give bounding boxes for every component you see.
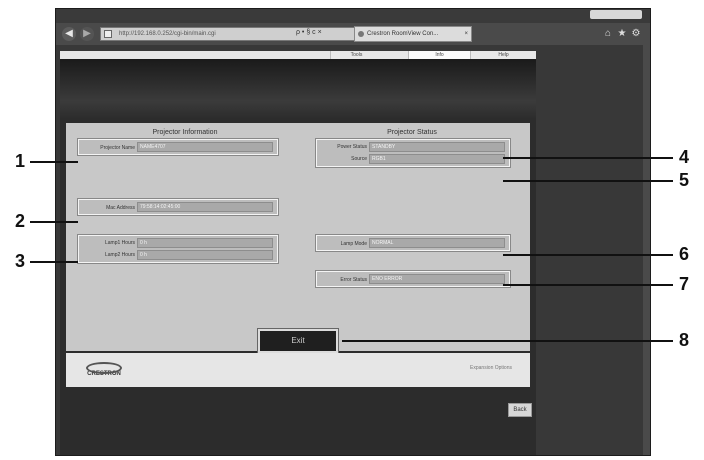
lamp-mode-group: Lamp Mode NORMAL: [315, 234, 511, 252]
callout-line-8: [342, 340, 673, 342]
callout-line-6: [503, 254, 673, 256]
callout-6: 6: [678, 244, 689, 264]
projector-information-title: Projector Information: [152, 129, 218, 136]
callout-line-2: [30, 221, 78, 223]
info-panel: Projector Information Projector Name NAM…: [66, 123, 530, 354]
error-status-value: ENO ERROR: [369, 274, 505, 284]
footer-bar: CRESTRON Expansion Options: [66, 353, 530, 387]
lamp-mode-value: NORMAL: [369, 238, 505, 248]
projector-name-group: Projector Name NAME4707: [77, 138, 279, 156]
home-icon[interactable]: ⌂: [602, 27, 614, 41]
menu-info[interactable]: Info: [408, 51, 470, 59]
crestron-swirl-icon: [86, 362, 122, 374]
mac-address-label: Mac Address: [106, 205, 135, 211]
power-source-group: Power Status STANDBY Source RGB1: [315, 138, 511, 168]
menu-help[interactable]: Help: [470, 51, 536, 59]
error-status-group: Error Status ENO ERROR: [315, 270, 511, 288]
favorites-star-icon[interactable]: ★: [616, 27, 628, 41]
lamp1-hours-value: 0 h: [137, 238, 273, 248]
expansion-options-text: Expansion Options: [470, 365, 512, 371]
top-menu: Tools Info Help: [60, 51, 536, 59]
callout-2: 2: [14, 211, 25, 231]
callout-line-3: [30, 261, 78, 263]
projector-name-label: Projector Name: [100, 145, 135, 151]
browser-window: ◀ ▶ http://192.168.0.252/cgi-bin/main.cg…: [55, 8, 651, 456]
lamp2-hours-label: Lamp2 Hours: [104, 252, 135, 258]
source-label: Source: [351, 156, 367, 162]
title-bar: [56, 9, 650, 23]
page-icon: [104, 30, 112, 38]
callout-4: 4: [678, 147, 689, 167]
exit-button[interactable]: Exit: [257, 328, 339, 354]
back-button[interactable]: Back: [508, 403, 532, 417]
crestron-favicon-icon: [358, 31, 364, 37]
lamp-mode-label: Lamp Mode: [340, 241, 367, 247]
scrollbar[interactable]: [643, 45, 650, 455]
window-controls[interactable]: [590, 10, 642, 19]
power-status-label: Power Status: [337, 144, 367, 150]
callout-8: 8: [678, 330, 689, 350]
projector-status-title: Projector Status: [387, 129, 437, 136]
callout-line-5: [503, 180, 673, 182]
tab-title: Crestron RoomView Con...: [367, 31, 439, 37]
lamp1-hours-label: Lamp1 Hours: [104, 240, 135, 246]
roomview-page: Tools Info Help Projector Information Pr…: [60, 51, 536, 455]
browser-tab[interactable]: Crestron RoomView Con... ×: [354, 26, 472, 42]
search-refresh-icons[interactable]: ρ • § c ×: [296, 29, 322, 36]
callout-1: 1: [14, 151, 25, 171]
header-banner: [60, 59, 536, 119]
mac-address-group: Mac Address 79:58:14:02:45:00: [77, 198, 279, 216]
address-bar-row: ◀ ▶ http://192.168.0.252/cgi-bin/main.cg…: [56, 23, 650, 45]
tab-close-icon[interactable]: ×: [464, 27, 468, 41]
callout-line-7: [503, 284, 673, 286]
callout-3: 3: [14, 251, 25, 271]
crestron-logo: CRESTRON: [78, 361, 130, 381]
url-text: http://192.168.0.252/cgi-bin/main.cgi: [119, 31, 216, 37]
power-status-value: STANDBY: [369, 142, 505, 152]
lamp2-hours-value: 0 h: [137, 250, 273, 260]
error-status-label: Error Status: [340, 277, 367, 283]
callout-line-1: [30, 161, 78, 163]
projector-name-value: NAME4707: [137, 142, 273, 152]
callout-line-4: [503, 157, 673, 159]
mac-address-value: 79:58:14:02:45:00: [137, 202, 273, 212]
source-value: RGB1: [369, 154, 505, 164]
lamp-hours-group: Lamp1 Hours 0 h Lamp2 Hours 0 h: [77, 234, 279, 264]
browser-viewport: Tools Info Help Projector Information Pr…: [56, 45, 650, 455]
menu-tools[interactable]: Tools: [330, 51, 382, 59]
url-field[interactable]: http://192.168.0.252/cgi-bin/main.cgi: [100, 27, 390, 41]
callout-5: 5: [678, 170, 689, 190]
back-arrow-icon[interactable]: ◀: [62, 27, 76, 41]
forward-arrow-icon[interactable]: ▶: [80, 27, 94, 41]
settings-gear-icon[interactable]: ⚙: [630, 27, 642, 41]
callout-7: 7: [678, 274, 689, 294]
